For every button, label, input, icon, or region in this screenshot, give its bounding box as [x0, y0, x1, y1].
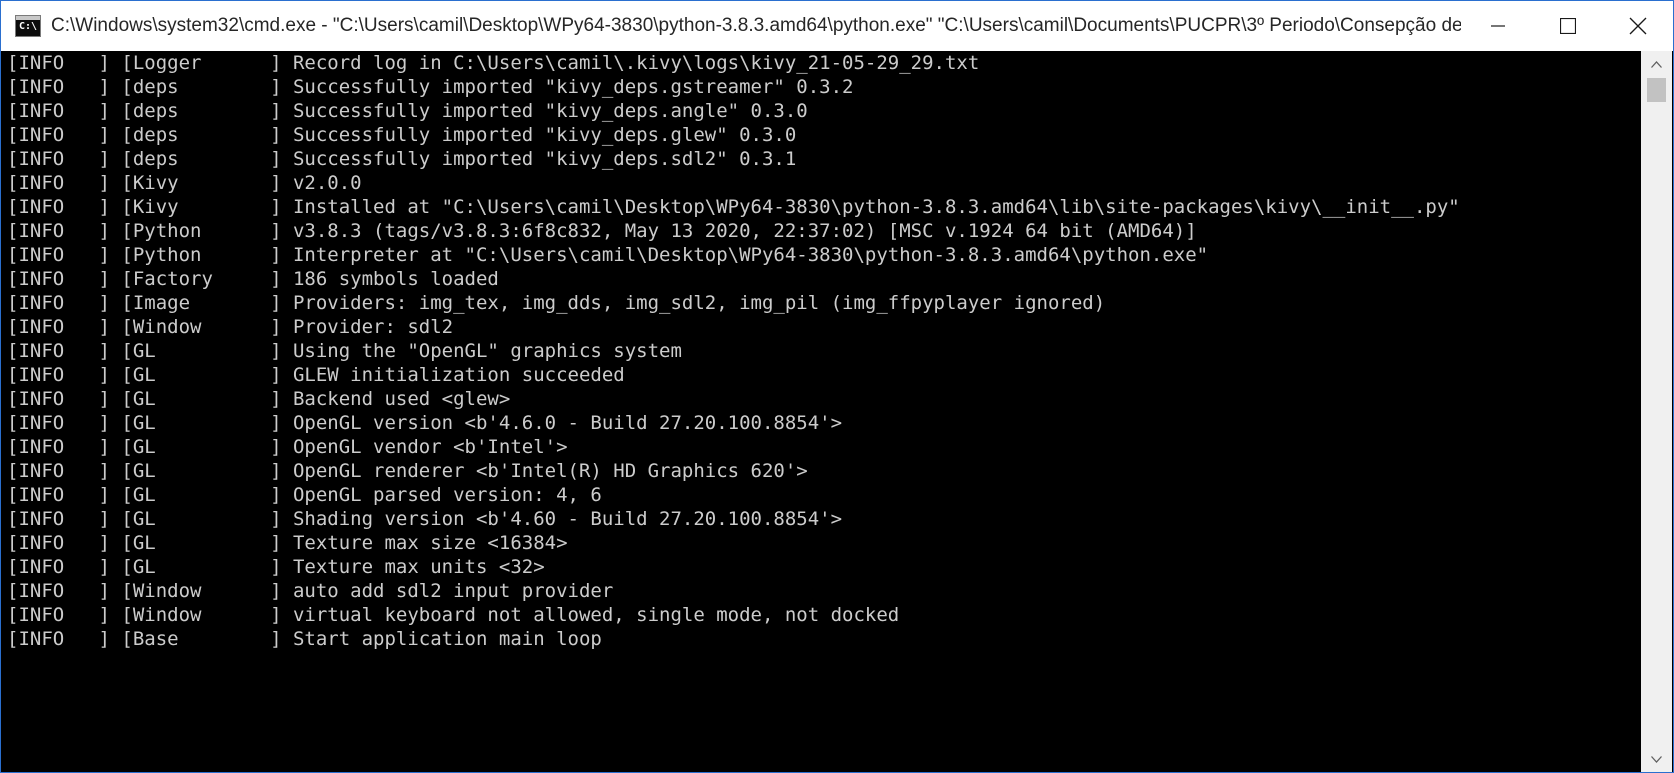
console-line: [INFO ] [deps ] Successfully imported "k…	[7, 124, 797, 146]
console-line: [INFO ] [GL ] Using the "OpenGL" graphic…	[7, 340, 682, 362]
console-line: [INFO ] [Image ] Providers: img_tex, img…	[7, 292, 1106, 314]
scrollbar-thumb[interactable]	[1647, 78, 1666, 102]
console-line: [INFO ] [Factory ] 186 symbols loaded	[7, 268, 499, 290]
console-line: [INFO ] [deps ] Successfully imported "k…	[7, 100, 808, 122]
console-line: [INFO ] [GL ] Shading version <b'4.60 - …	[7, 508, 843, 530]
console-line: [INFO ] [GL ] GLEW initialization succee…	[7, 364, 625, 386]
scroll-up-button[interactable]	[1641, 51, 1672, 77]
console-line: [INFO ] [Window ] auto add sdl2 input pr…	[7, 580, 614, 602]
cmd-window: C:\ C:\Windows\system32\cmd.exe - "C:\Us…	[0, 0, 1674, 773]
console-line: [INFO ] [Python ] v3.8.3 (tags/v3.8.3:6f…	[7, 220, 1197, 242]
console-line: [INFO ] [deps ] Successfully imported "k…	[7, 148, 797, 170]
console-line: [INFO ] [GL ] OpenGL vendor <b'Intel'>	[7, 436, 568, 458]
console-line: [INFO ] [Window ] Provider: sdl2	[7, 316, 454, 338]
vertical-scrollbar[interactable]	[1641, 51, 1672, 772]
window-controls	[1463, 1, 1673, 51]
console-output[interactable]: [INFO ] [Logger ] Record log in C:\Users…	[3, 51, 1641, 772]
console-line: [INFO ] [Kivy ] Installed at "C:\Users\c…	[7, 196, 1460, 218]
scroll-down-button[interactable]	[1641, 746, 1672, 772]
cmd-icon[interactable]: C:\	[15, 15, 41, 37]
maximize-icon	[1560, 18, 1576, 34]
console-text: [INFO ] [Logger ] Record log in C:\Users…	[3, 51, 1641, 651]
console-line: [INFO ] [deps ] Successfully imported "k…	[7, 76, 854, 98]
console-line: [INFO ] [GL ] Texture max size <16384>	[7, 532, 568, 554]
console-line: [INFO ] [GL ] OpenGL renderer <b'Intel(R…	[7, 460, 808, 482]
close-button[interactable]	[1603, 1, 1673, 51]
console-line: [INFO ] [GL ] OpenGL parsed version: 4, …	[7, 484, 602, 506]
console-line: [INFO ] [GL ] Texture max units <32>	[7, 556, 545, 578]
arrow-up-icon	[1651, 60, 1662, 68]
maximize-button[interactable]	[1533, 1, 1603, 51]
close-icon	[1629, 17, 1647, 35]
minimize-icon	[1491, 25, 1505, 27]
console-line: [INFO ] [GL ] Backend used <glew>	[7, 388, 511, 410]
minimize-button[interactable]	[1463, 1, 1533, 51]
console-line: [INFO ] [Base ] Start application main l…	[7, 628, 602, 650]
console-line: [INFO ] [Window ] virtual keyboard not a…	[7, 604, 900, 626]
window-title: C:\Windows\system32\cmd.exe - "C:\Users\…	[51, 15, 1461, 36]
console-line: [INFO ] [Kivy ] v2.0.0	[7, 172, 362, 194]
console-line: [INFO ] [Python ] Interpreter at "C:\Use…	[7, 244, 1209, 266]
title-bar[interactable]: C:\ C:\Windows\system32\cmd.exe - "C:\Us…	[1, 1, 1673, 51]
arrow-down-icon	[1651, 755, 1662, 763]
console-line: [INFO ] [GL ] OpenGL version <b'4.6.0 - …	[7, 412, 843, 434]
console-line: [INFO ] [Logger ] Record log in C:\Users…	[7, 52, 980, 74]
